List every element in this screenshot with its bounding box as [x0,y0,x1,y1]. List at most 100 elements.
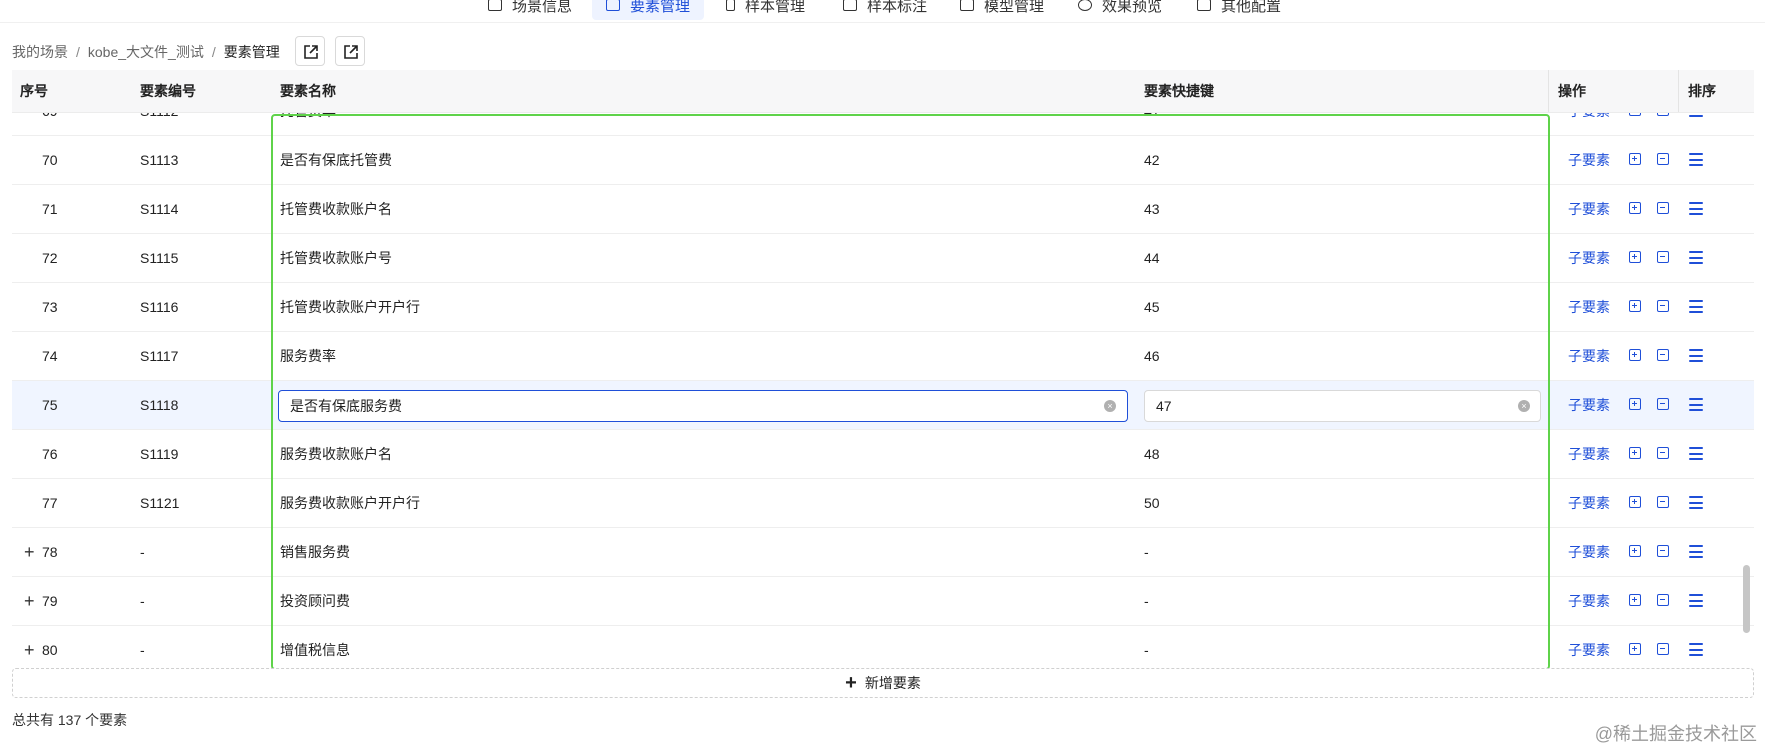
row-index: 79 [42,593,58,609]
sub-element-link[interactable]: 子要素 [1568,283,1610,331]
table-row[interactable]: 75 S1118 × × 子要素 [12,381,1754,430]
element-name-input[interactable] [278,390,1128,422]
import-button[interactable] [295,36,325,66]
row-name: 服务费收款账户开户行 [280,495,420,511]
header-sort: 排序 [1688,83,1716,99]
tab-sample-management[interactable]: 样本管理 [726,0,805,20]
table-row[interactable]: 73 S1116 托管费收款账户开户行 45 子要素 [12,283,1754,332]
add-row-icon[interactable] [1629,349,1641,361]
add-row-icon[interactable] [1629,643,1641,655]
drag-handle-icon[interactable] [1689,153,1703,166]
add-row-icon[interactable] [1629,153,1641,165]
breadcrumb-home[interactable]: 我的场景 [12,42,68,62]
add-row-icon[interactable] [1629,594,1641,606]
table-row[interactable]: +78 - 销售服务费 - 子要素 [12,528,1754,577]
remove-row-icon[interactable] [1657,545,1669,557]
row-index: 80 [42,642,58,658]
add-row-icon[interactable] [1629,496,1641,508]
remove-row-icon[interactable] [1657,153,1669,165]
remove-row-icon[interactable] [1657,398,1669,410]
sub-element-link[interactable]: 子要素 [1568,234,1610,282]
drag-handle-icon[interactable] [1689,398,1703,411]
table-row[interactable]: 76 S1119 服务费收款账户名 48 子要素 [12,430,1754,479]
add-row-icon[interactable] [1629,113,1641,116]
model-icon [960,0,974,11]
sub-element-link[interactable]: 子要素 [1568,479,1610,527]
remove-row-icon[interactable] [1657,300,1669,312]
drag-handle-icon[interactable] [1689,349,1703,362]
drag-handle-icon[interactable] [1689,496,1703,509]
row-name: 服务费率 [280,348,336,364]
remove-row-icon[interactable] [1657,643,1669,655]
sub-element-link[interactable]: 子要素 [1568,430,1610,478]
sub-element-link[interactable]: 子要素 [1568,185,1610,233]
sub-element-link[interactable]: 子要素 [1568,136,1610,184]
add-row-icon[interactable] [1629,545,1641,557]
drag-handle-icon[interactable] [1689,643,1703,656]
remove-row-icon[interactable] [1657,113,1669,116]
drag-handle-icon[interactable] [1689,251,1703,264]
add-row-icon[interactable] [1629,447,1641,459]
row-shortcut: - [1144,593,1149,609]
remove-row-icon[interactable] [1657,447,1669,459]
remove-row-icon[interactable] [1657,349,1669,361]
row-shortcut: 50 [1144,495,1160,511]
row-shortcut: 44 [1144,250,1160,266]
tab-scene-info[interactable]: 场景信息 [488,0,572,20]
sub-element-link[interactable]: 子要素 [1568,577,1610,625]
table-row[interactable]: 70 S1113 是否有保底托管费 42 子要素 [12,136,1754,185]
header-shortcut: 要素快捷键 [1144,83,1214,99]
table-row[interactable]: 72 S1115 托管费收款账户号 44 子要素 [12,234,1754,283]
remove-row-icon[interactable] [1657,496,1669,508]
breadcrumb-project[interactable]: kobe_大文件_测试 [88,42,204,62]
table-row[interactable]: +79 - 投资顾问费 - 子要素 [12,577,1754,626]
expand-row-button[interactable]: + [24,626,35,665]
sub-element-link[interactable]: 子要素 [1568,113,1610,135]
table-row[interactable]: 74 S1117 服务费率 46 子要素 [12,332,1754,381]
drag-handle-icon[interactable] [1689,300,1703,313]
row-code: S1119 [140,446,179,462]
sub-element-link[interactable]: 子要素 [1568,528,1610,576]
row-index: 71 [42,201,58,217]
add-element-button[interactable]: + 新增要素 [12,668,1754,698]
export-icon [344,45,358,59]
table-row[interactable]: +80 - 增值税信息 - 子要素 [12,626,1754,665]
export-button[interactable] [335,36,365,66]
tab-effect-preview[interactable]: 效果预览 [1078,0,1162,20]
tab-element-management[interactable]: 要素管理 [592,0,705,20]
tab-sample-annotation[interactable]: 样本标注 [843,0,927,20]
expand-row-button[interactable]: + [24,577,35,625]
sub-element-link[interactable]: 子要素 [1568,626,1610,665]
drag-handle-icon[interactable] [1689,594,1703,607]
sub-element-link[interactable]: 子要素 [1568,381,1610,429]
clear-icon[interactable]: × [1104,400,1116,412]
table-row[interactable]: 69 S1112 托管费率 41 子要素 [12,113,1754,136]
drag-handle-icon[interactable] [1689,545,1703,558]
row-index: 69 [42,113,58,135]
breadcrumb-separator: / [76,44,80,60]
remove-row-icon[interactable] [1657,202,1669,214]
drag-handle-icon[interactable] [1689,202,1703,215]
header-code: 要素编号 [140,83,196,99]
remove-row-icon[interactable] [1657,251,1669,263]
row-shortcut: - [1144,544,1149,560]
drag-handle-icon[interactable] [1689,113,1703,117]
add-row-icon[interactable] [1629,300,1641,312]
tab-other-config[interactable]: 其他配置 [1197,0,1281,20]
add-row-icon[interactable] [1629,398,1641,410]
add-row-icon[interactable] [1629,202,1641,214]
sub-element-link[interactable]: 子要素 [1568,332,1610,380]
clear-icon[interactable]: × [1518,400,1530,412]
remove-row-icon[interactable] [1657,594,1669,606]
table-row[interactable]: 77 S1121 服务费收款账户开户行 50 子要素 [12,479,1754,528]
row-name: 托管费收款账户号 [280,250,392,266]
table-row[interactable]: 71 S1114 托管费收款账户名 43 子要素 [12,185,1754,234]
element-shortcut-input[interactable] [1144,390,1541,422]
scrollbar-thumb[interactable] [1743,565,1750,633]
table-body[interactable]: 69 S1112 托管费率 41 子要素 70 S1113 是否有保底托管费 42 子要素 71 S1… [12,113,1754,665]
add-row-icon[interactable] [1629,251,1641,263]
expand-row-button[interactable]: + [24,528,35,576]
tab-model-management[interactable]: 模型管理 [960,0,1044,20]
drag-handle-icon[interactable] [1689,447,1703,460]
row-code: S1114 [140,201,179,217]
